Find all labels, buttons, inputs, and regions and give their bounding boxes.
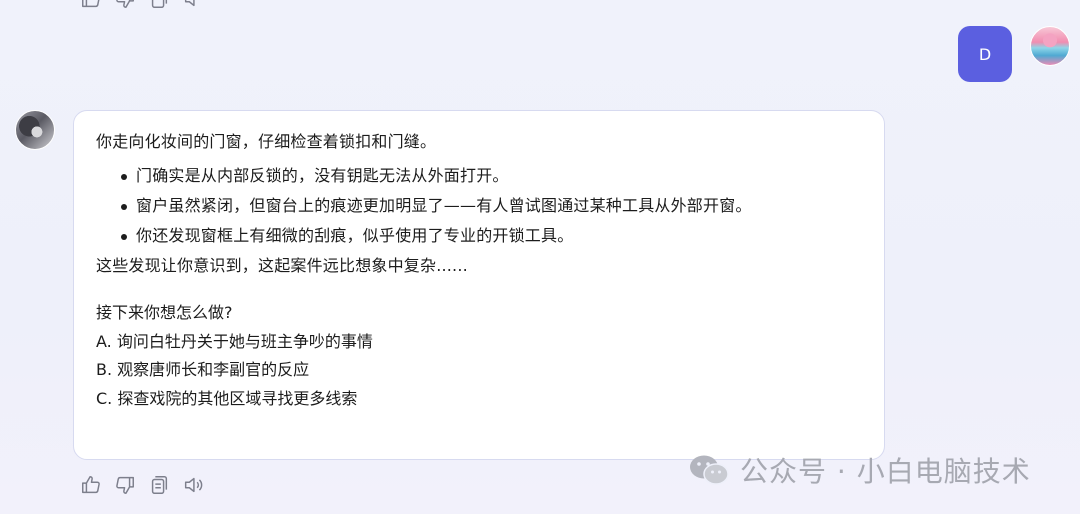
speaker-icon[interactable]	[182, 0, 204, 10]
watermark: 公众号 · 小白电脑技术	[688, 452, 1031, 488]
thumbs-down-icon[interactable]	[114, 0, 136, 10]
choice-option-c: C. 探查戏院的其他区域寻找更多线索	[96, 388, 358, 408]
bot-avatar[interactable]	[15, 110, 55, 150]
thumbs-up-icon[interactable]	[80, 0, 102, 10]
list-item: 窗户虽然紧闭，但窗台上的痕迹更加明显了——有人曾试图通过某种工具从外部开窗。	[118, 195, 862, 217]
watermark-text: 公众号 · 小白电脑技术	[740, 455, 1031, 488]
thumbs-down-icon[interactable]	[114, 474, 136, 496]
list-item: 你还发现窗框上有细微的刮痕，似乎使用了专业的开锁工具。	[118, 225, 862, 247]
user-message-text: D	[978, 44, 992, 64]
choice-option-a: A. 询问白牡丹关于她与班主争吵的事情	[96, 331, 373, 351]
message-intro: 你走向化妆间的门窗，仔细检查着锁扣和门缝。	[96, 132, 437, 151]
message-actions	[80, 474, 204, 496]
choice-prompt: 接下来你想怎么做?	[96, 303, 233, 322]
copy-icon[interactable]	[148, 474, 170, 496]
choice-options: 接下来你想怎么做? A. 询问白牡丹关于她与班主争吵的事情 B. 观察唐师长和李…	[96, 299, 862, 413]
list-item: 门确实是从内部反锁的，没有钥匙无法从外面打开。	[118, 165, 862, 187]
previous-message-actions	[80, 0, 204, 10]
findings-list: 门确实是从内部反锁的，没有钥匙无法从外面打开。 窗户虽然紧闭，但窗台上的痕迹更加…	[96, 165, 862, 247]
choice-option-b: B. 观察唐师长和李副官的反应	[96, 360, 310, 379]
speaker-icon[interactable]	[182, 474, 204, 496]
user-avatar[interactable]	[1030, 26, 1070, 66]
bot-message-bubble: 你走向化妆间的门窗，仔细检查着锁扣和门缝。 门确实是从内部反锁的，没有钥匙无法从…	[73, 110, 885, 460]
copy-icon[interactable]	[148, 0, 170, 10]
user-message-bubble: D	[958, 26, 1012, 82]
thumbs-up-icon[interactable]	[80, 474, 102, 496]
message-closing: 这些发现让你意识到，这起案件远比想象中复杂......	[96, 256, 468, 275]
wechat-icon	[690, 455, 729, 485]
